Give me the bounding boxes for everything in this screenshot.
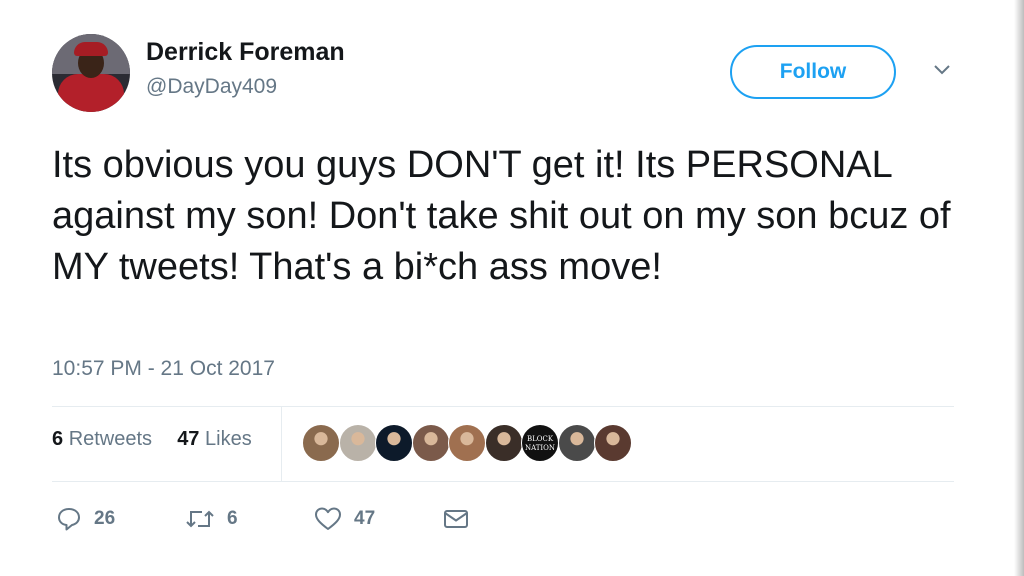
liker-avatar[interactable]	[302, 424, 340, 462]
envelope-icon	[444, 510, 468, 528]
likes-label[interactable]: Likes	[205, 428, 252, 450]
divider-top	[52, 406, 954, 407]
avatar-jersey	[58, 74, 124, 112]
retweet-count: 6	[227, 508, 238, 529]
liker-avatar[interactable]	[411, 424, 450, 462]
user-name[interactable]: Derrick Foreman	[146, 38, 345, 67]
stats-divider	[281, 407, 282, 481]
retweets-label[interactable]: Retweets	[69, 428, 152, 450]
avatar[interactable]	[52, 34, 130, 112]
like-button[interactable]: 47	[314, 506, 375, 532]
reply-icon	[58, 508, 80, 531]
follow-button[interactable]: Follow	[730, 45, 896, 99]
retweet-button[interactable]: 6	[185, 506, 238, 532]
liker-avatar[interactable]	[594, 424, 632, 462]
divider-bottom	[52, 481, 954, 482]
chevron-down-icon[interactable]	[932, 62, 952, 78]
liker-avatar[interactable]	[375, 424, 413, 462]
tweet-timestamp[interactable]: 10:57 PM - 21 Oct 2017	[52, 357, 275, 381]
reply-count: 26	[94, 508, 116, 529]
liker-avatar[interactable]	[338, 424, 377, 462]
tweet-text: Its obvious you guys DON'T get it! Its P…	[52, 144, 951, 288]
liker-avatar[interactable]: BLOCK NATION	[521, 424, 559, 462]
retweet-icon	[186, 510, 214, 528]
avatar-cap	[74, 42, 108, 56]
like-count: 47	[354, 508, 376, 529]
heart-icon	[315, 507, 341, 530]
likes-count[interactable]: 47	[177, 428, 199, 450]
liker-avatar[interactable]	[557, 424, 596, 462]
retweets-count[interactable]: 6	[52, 428, 63, 450]
direct-message-button[interactable]	[443, 506, 469, 532]
liker-avatar-text: BLOCK NATION	[524, 435, 556, 452]
window-edge	[1014, 0, 1024, 576]
liker-avatar[interactable]	[484, 424, 523, 462]
tweet-stats: 6 Retweets 47 Likes	[52, 428, 252, 451]
liker-avatar[interactable]	[448, 424, 486, 462]
reply-button[interactable]: 26	[56, 506, 115, 532]
user-handle[interactable]: @DayDay409	[146, 75, 277, 99]
